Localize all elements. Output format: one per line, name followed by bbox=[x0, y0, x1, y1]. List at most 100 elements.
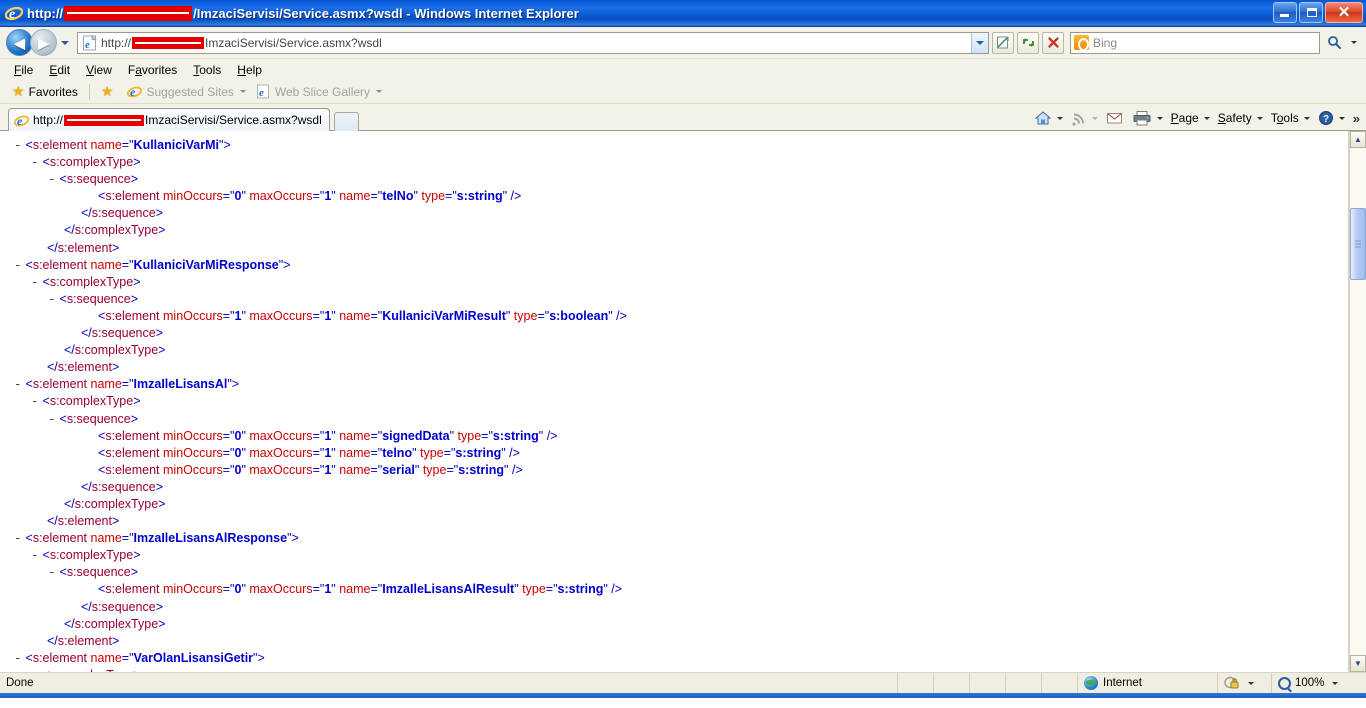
protected-mode-chevron-down-icon[interactable] bbox=[1248, 681, 1254, 685]
tools-menu-button[interactable]: Tools bbox=[1267, 110, 1314, 126]
suggested-sites-button[interactable]: e Suggested Sites bbox=[122, 83, 250, 100]
new-tab-button[interactable] bbox=[333, 112, 359, 131]
back-button[interactable]: ◀ bbox=[6, 29, 33, 56]
xml-line: <s:element minOccurs="0" maxOccurs="1" n… bbox=[98, 445, 520, 460]
safety-menu-button[interactable]: Safety bbox=[1214, 110, 1267, 126]
scroll-down-button[interactable]: ▼ bbox=[1350, 655, 1366, 672]
vertical-scrollbar[interactable]: ▲ ▼ bbox=[1349, 131, 1366, 672]
window-title-bar: e http:// /ImzaciServisi/Service.asmx?ws… bbox=[0, 0, 1366, 27]
status-message: Done bbox=[6, 677, 34, 689]
refresh-icon[interactable] bbox=[1017, 31, 1039, 54]
protected-mode-indicator[interactable] bbox=[1218, 673, 1272, 693]
web-slice-chevron-down-icon[interactable] bbox=[376, 90, 383, 93]
collapse-toggle-icon[interactable]: - bbox=[14, 378, 26, 392]
close-button[interactable]: ✕ bbox=[1325, 2, 1363, 23]
add-star-icon: ★ bbox=[100, 83, 114, 99]
tools-chevron-down-icon[interactable] bbox=[1303, 116, 1310, 120]
menu-tools[interactable]: Tools bbox=[186, 61, 230, 79]
print-icon bbox=[1133, 111, 1151, 126]
tools-menu-label: Tools bbox=[1270, 111, 1299, 125]
command-bar-overflow-button[interactable]: » bbox=[1349, 111, 1364, 126]
svg-text:e: e bbox=[17, 114, 23, 128]
home-chevron-down-icon[interactable] bbox=[1056, 116, 1063, 120]
feeds-button[interactable] bbox=[1067, 109, 1102, 127]
redacted-hostname-address bbox=[132, 36, 205, 49]
collapse-toggle-icon[interactable]: - bbox=[14, 139, 26, 153]
collapse-toggle-icon[interactable]: - bbox=[48, 566, 60, 580]
favorites-button[interactable]: ★ Favorites bbox=[7, 82, 83, 101]
search-go-icon[interactable] bbox=[1322, 32, 1346, 54]
menu-file[interactable]: File bbox=[7, 61, 42, 79]
search-input[interactable]: Bing bbox=[1070, 31, 1320, 54]
minimize-button[interactable] bbox=[1273, 2, 1297, 23]
scrollbar-track[interactable] bbox=[1350, 148, 1366, 655]
page-chevron-down-icon[interactable] bbox=[1203, 116, 1210, 120]
print-button[interactable] bbox=[1128, 109, 1167, 127]
collapse-toggle-icon[interactable]: - bbox=[31, 549, 43, 563]
zoom-level-indicator[interactable]: 100% bbox=[1272, 673, 1352, 693]
xml-line: - <s:sequence> bbox=[48, 172, 139, 188]
print-chevron-down-icon[interactable] bbox=[1156, 116, 1163, 120]
safety-chevron-down-icon[interactable] bbox=[1256, 116, 1263, 120]
web-slice-gallery-button[interactable]: e Web Slice Gallery bbox=[251, 83, 387, 100]
address-dropdown-button[interactable] bbox=[971, 32, 988, 53]
compatibility-view-icon[interactable] bbox=[992, 31, 1014, 54]
recent-pages-button[interactable] bbox=[57, 32, 73, 54]
xml-line: -<s:complexType> bbox=[31, 155, 141, 171]
svg-text:e: e bbox=[259, 87, 264, 99]
menu-view[interactable]: View bbox=[79, 61, 121, 79]
maximize-button[interactable] bbox=[1299, 2, 1323, 23]
collapse-toggle-icon[interactable]: - bbox=[31, 669, 43, 672]
menu-edit[interactable]: Edit bbox=[42, 61, 79, 79]
collapse-toggle-icon[interactable]: - bbox=[31, 156, 43, 170]
xml-document-view: - <s:element name="KullaniciVarMi"> - <s:co… bbox=[0, 131, 1349, 672]
status-slot-1 bbox=[862, 673, 898, 693]
collapse-toggle-icon[interactable]: - bbox=[14, 532, 26, 546]
help-menu-button[interactable]: ? bbox=[1314, 109, 1349, 127]
menu-help[interactable]: Help bbox=[230, 61, 271, 79]
internet-zone-globe-icon bbox=[1084, 676, 1098, 690]
xml-line: <s:element minOccurs="0" maxOccurs="1" n… bbox=[98, 189, 522, 204]
address-suffix: ImzaciServisi/Service.asmx?wsdl bbox=[205, 35, 382, 50]
xml-line: - <s:sequence> bbox=[48, 291, 139, 307]
xml-line: </s:sequence> bbox=[81, 326, 164, 341]
xml-line: </s:sequence> bbox=[81, 599, 164, 614]
xml-line: - <s:element name="VarOlanLisansiGetir"> bbox=[14, 650, 265, 666]
zoom-chevron-down-icon[interactable] bbox=[1332, 681, 1339, 685]
add-to-favorites-bar-button[interactable]: ★ bbox=[96, 82, 123, 101]
search-options-button[interactable] bbox=[1346, 32, 1362, 54]
tab-active[interactable]: e http:// ImzaciServisi/Service.asmx?wsd… bbox=[8, 108, 330, 131]
collapse-toggle-icon[interactable]: - bbox=[31, 276, 43, 290]
menu-help-label: elp bbox=[245, 62, 262, 77]
help-chevron-down-icon[interactable] bbox=[1338, 116, 1345, 120]
browser-viewport: - <s:element name="KullaniciVarMi"> - <s:co… bbox=[0, 131, 1366, 672]
redacted-hostname-tab bbox=[64, 114, 145, 126]
feeds-chevron-down-icon[interactable] bbox=[1091, 116, 1098, 120]
xml-line: - <s:sequence> bbox=[48, 565, 139, 581]
scrollbar-thumb[interactable] bbox=[1350, 208, 1366, 280]
xml-line: </s:element> bbox=[47, 240, 120, 255]
address-text: http:// ImzaciServisi/Service.asmx?wsdl bbox=[101, 36, 382, 50]
status-message-cell: Done bbox=[0, 673, 862, 693]
help-icon: ? bbox=[1318, 111, 1333, 125]
collapse-toggle-icon[interactable]: - bbox=[31, 395, 43, 409]
tab-title-prefix: http:// bbox=[33, 113, 64, 127]
read-mail-button[interactable] bbox=[1102, 110, 1128, 126]
home-button[interactable] bbox=[1030, 109, 1067, 127]
collapse-toggle-icon[interactable]: - bbox=[48, 413, 60, 427]
xml-line: </s:sequence> bbox=[81, 206, 164, 221]
scroll-up-button[interactable]: ▲ bbox=[1350, 131, 1366, 148]
suggested-sites-chevron-down-icon[interactable] bbox=[239, 90, 246, 93]
menu-favorites[interactable]: Favorites bbox=[121, 61, 186, 79]
forward-button[interactable]: ▶ bbox=[30, 29, 57, 56]
address-input[interactable]: e http:// ImzaciServisi/Service.asmx?wsd… bbox=[77, 31, 989, 54]
collapse-toggle-icon[interactable]: - bbox=[48, 293, 60, 307]
collapse-toggle-icon[interactable]: - bbox=[14, 259, 26, 273]
stop-icon[interactable] bbox=[1042, 31, 1064, 54]
page-menu-button[interactable]: Page bbox=[1167, 110, 1214, 126]
security-zone-indicator[interactable]: Internet bbox=[1078, 673, 1218, 693]
menu-view-label: iew bbox=[93, 62, 112, 77]
menu-file-label: ile bbox=[21, 62, 34, 77]
collapse-toggle-icon[interactable]: - bbox=[48, 173, 60, 187]
collapse-toggle-icon[interactable]: - bbox=[14, 652, 26, 666]
